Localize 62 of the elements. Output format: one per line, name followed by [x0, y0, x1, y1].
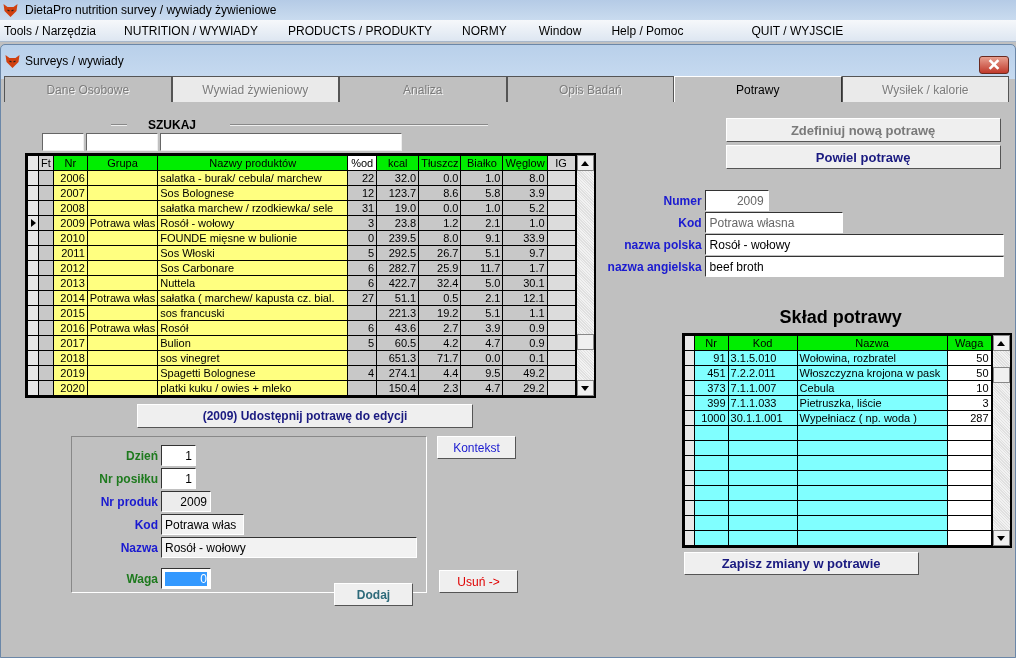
column-header[interactable]: Nazwy produktów: [157, 155, 348, 171]
field-label: nazwa angielska: [606, 259, 703, 274]
menu-item[interactable]: Window: [534, 23, 586, 38]
input-field[interactable]: Potrawa włas: [161, 514, 244, 535]
context-button[interactable]: Kontekst: [437, 436, 516, 459]
search-field[interactable]: [160, 133, 402, 151]
input-field[interactable]: Rosół - wołowy: [704, 234, 1004, 255]
input-field[interactable]: Rosół - wołowy: [161, 537, 417, 558]
menu-item[interactable]: NORMY: [458, 23, 511, 38]
column-header[interactable]: Nr: [53, 155, 88, 171]
app-title: DietaPro nutrition survey / wywiady żywieniowe: [25, 3, 277, 17]
close-icon: [987, 59, 1001, 70]
field-label: Kod: [677, 215, 703, 230]
add-button[interactable]: Dodaj: [334, 583, 413, 606]
input-field[interactable]: 1: [161, 445, 196, 466]
scroll-up-icon[interactable]: [576, 155, 594, 171]
menu-item[interactable]: Help / Pomoc: [607, 23, 688, 38]
save-button[interactable]: Zapisz zmiany w potrawie: [683, 552, 919, 575]
menu-item[interactable]: PRODUCTS / PRODUKTY: [284, 23, 437, 38]
menu-item[interactable]: Tools / Narzędzia: [0, 23, 101, 38]
scroll-thumb[interactable]: [992, 367, 1010, 383]
field-label: Nr posiłku: [98, 471, 159, 486]
composition-title: Skład potrawy: [779, 307, 903, 329]
field-label: Kod: [133, 517, 159, 532]
scroll-down-icon[interactable]: [992, 530, 1010, 546]
input-field[interactable]: Potrawa własna: [704, 212, 843, 233]
field-label: Nazwa: [119, 540, 159, 555]
edit-dish-button[interactable]: (2009) Udostępnij potrawę do edycji: [137, 404, 473, 428]
input-field[interactable]: 1: [161, 468, 196, 489]
field-label: Numer: [662, 193, 703, 208]
scroll-up-icon[interactable]: [992, 335, 1010, 351]
column-header[interactable]: Tłuszcz: [418, 155, 461, 171]
input-field[interactable]: beef broth: [704, 256, 1004, 277]
column-header[interactable]: kcal: [376, 155, 419, 171]
scroll-down-icon[interactable]: [576, 380, 594, 396]
field-label: Waga: [125, 571, 159, 586]
column-header[interactable]: Nr: [694, 335, 729, 351]
search-label: SZUKAJ: [148, 118, 196, 132]
field-label: Dzień: [125, 448, 159, 463]
copy-dish-button[interactable]: Powiel potrawę: [725, 145, 1001, 169]
close-button[interactable]: [979, 55, 1009, 74]
search-field[interactable]: [86, 133, 158, 151]
tab[interactable]: Potrawy: [674, 76, 842, 102]
menu-item[interactable]: NUTRITION / WYWIADY: [120, 23, 263, 38]
input-field[interactable]: 2009: [161, 491, 211, 512]
column-header[interactable]: Węglow: [503, 155, 548, 171]
field-label: Nr produk: [99, 494, 159, 509]
input-field[interactable]: 2009: [704, 190, 769, 211]
column-header[interactable]: %od: [347, 155, 377, 171]
column-header[interactable]: Kod: [728, 335, 798, 351]
column-header[interactable]: Nazwa: [797, 335, 948, 351]
remove-button[interactable]: Usuń ->: [439, 570, 518, 593]
column-header[interactable]: Grupa: [87, 155, 158, 171]
fox-icon: [2, 2, 19, 18]
menu-item[interactable]: QUIT / WYJSCIE: [747, 23, 848, 38]
window-title: Surveys / wywiady: [25, 53, 125, 68]
column-header[interactable]: IG: [547, 155, 576, 171]
scroll-thumb[interactable]: [576, 334, 594, 350]
column-header[interactable]: Białko: [461, 155, 503, 171]
search-field[interactable]: [42, 133, 84, 151]
column-header[interactable]: Waga: [947, 335, 992, 351]
field-label: nazwa polska: [623, 237, 703, 252]
